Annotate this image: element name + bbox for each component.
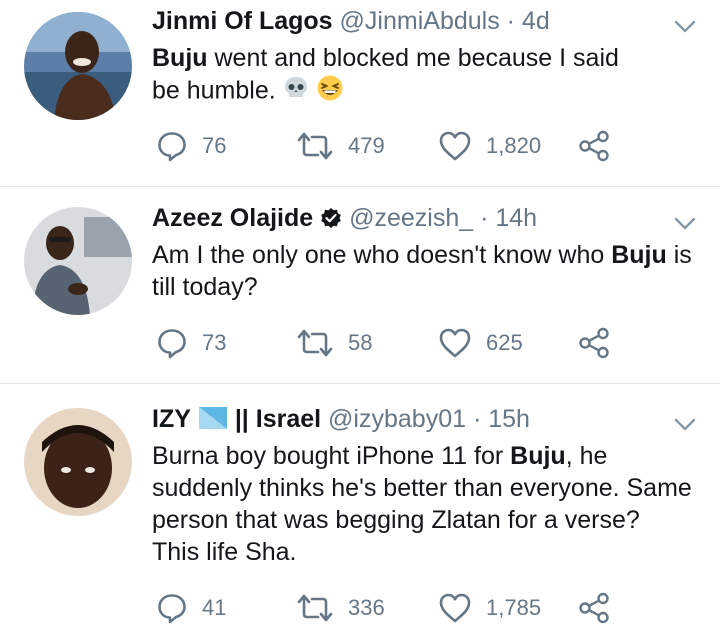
- tweet-time[interactable]: · 15h: [473, 405, 530, 433]
- tweet-text: Buju went and blocked me because I said …: [152, 42, 652, 110]
- grinning-squinting-face-icon: [316, 74, 344, 110]
- chevron-down-icon[interactable]: [674, 217, 696, 231]
- reply-count: 76: [202, 133, 227, 158]
- reply-icon: [158, 132, 186, 162]
- retweet-count: 479: [348, 133, 385, 158]
- chevron-down-icon[interactable]: [674, 418, 696, 432]
- like-count: 1,820: [486, 133, 542, 158]
- reply-icon: [158, 594, 186, 624]
- tweet-text: Burna boy bought iPhone 11 for Buju, he …: [152, 442, 692, 566]
- retweet-button[interactable]: 479: [296, 128, 385, 164]
- reply-count: 73: [202, 330, 227, 355]
- retweet-icon: [297, 329, 333, 357]
- author-name-second[interactable]: || Israel: [235, 405, 321, 433]
- like-button[interactable]: 1,820: [438, 128, 541, 164]
- share-icon: [579, 592, 609, 624]
- tweet-actions: 41 336 1,785: [152, 590, 622, 626]
- tweet-3[interactable]: IZY || Israel @izybaby01 · 15h Burna boy…: [0, 384, 720, 632]
- reply-button[interactable]: 41: [156, 590, 226, 626]
- retweet-button[interactable]: 336: [296, 590, 385, 626]
- share-button[interactable]: [578, 128, 610, 164]
- reply-icon: [158, 329, 186, 359]
- share-icon: [579, 130, 609, 162]
- share-button[interactable]: [578, 590, 610, 626]
- author-name[interactable]: Azeez Olajide: [152, 204, 313, 232]
- retweet-count: 58: [348, 330, 373, 355]
- share-icon: [579, 327, 609, 359]
- reply-count: 41: [202, 595, 227, 620]
- like-button[interactable]: 625: [438, 325, 523, 361]
- tweet-header: Azeez Olajide @zeezish_ · 14h: [152, 203, 537, 236]
- tweet-header: Jinmi Of Lagos @JinmiAbduls · 4d: [152, 6, 550, 36]
- reply-button[interactable]: 76: [156, 128, 226, 164]
- author-handle[interactable]: @izybaby01: [328, 405, 466, 433]
- avatar[interactable]: [24, 408, 132, 516]
- skull-icon: [283, 75, 309, 109]
- avatar[interactable]: [24, 12, 132, 120]
- tweet-time[interactable]: · 4d: [507, 7, 550, 35]
- heart-icon: [439, 131, 471, 161]
- tweet-text: Am I the only one who doesn't know who B…: [152, 241, 692, 301]
- chevron-down-icon[interactable]: [674, 20, 696, 34]
- like-count: 1,785: [486, 595, 542, 620]
- reply-button[interactable]: 73: [156, 325, 226, 361]
- retweet-icon: [297, 594, 333, 622]
- tweet-header: IZY || Israel @izybaby01 · 15h: [152, 404, 530, 438]
- author-handle[interactable]: @JinmiAbduls: [340, 7, 500, 35]
- retweet-icon: [297, 132, 333, 160]
- author-name[interactable]: Jinmi Of Lagos: [152, 7, 333, 35]
- like-count: 625: [486, 330, 523, 355]
- mention-buju: Buju: [611, 241, 667, 269]
- tweet-actions: 73 58 625: [152, 325, 622, 361]
- tweet-time[interactable]: · 14h: [480, 204, 537, 232]
- avatar[interactable]: [24, 207, 132, 315]
- flag-icon: [198, 405, 228, 438]
- retweet-count: 336: [348, 595, 385, 620]
- like-button[interactable]: 1,785: [438, 590, 541, 626]
- tweet-1[interactable]: Jinmi Of Lagos @JinmiAbduls · 4d Buju we…: [0, 0, 720, 186]
- author-handle[interactable]: @zeezish_: [349, 204, 473, 232]
- heart-icon: [439, 328, 471, 358]
- mention-buju: Buju: [152, 44, 208, 72]
- heart-icon: [439, 593, 471, 623]
- author-name-first[interactable]: IZY: [152, 405, 191, 433]
- share-button[interactable]: [578, 325, 610, 361]
- tweet-actions: 76 479 1,820: [152, 128, 622, 164]
- mention-buju: Buju: [510, 442, 566, 470]
- tweet-2[interactable]: Azeez Olajide @zeezish_ · 14h Am I the o…: [0, 187, 720, 383]
- verified-badge-icon: [320, 206, 342, 236]
- retweet-button[interactable]: 58: [296, 325, 372, 361]
